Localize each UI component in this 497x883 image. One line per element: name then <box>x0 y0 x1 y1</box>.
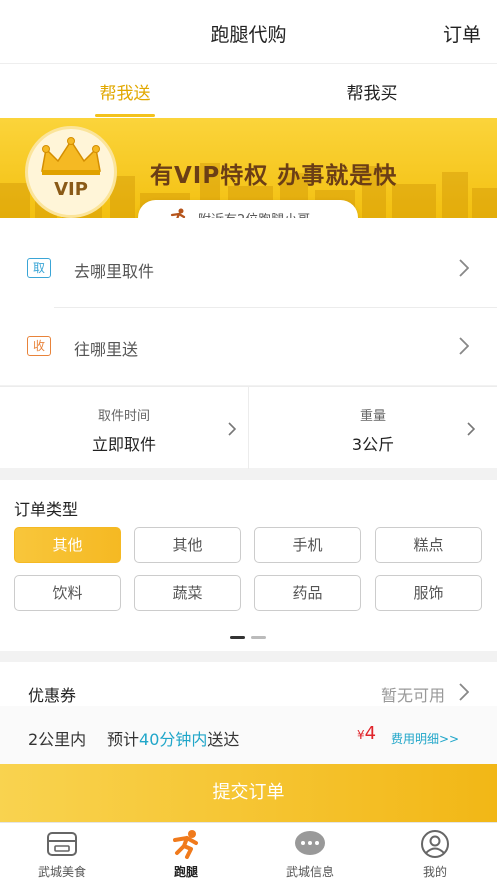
pickup-time-label: 取件时间 <box>97 409 150 424</box>
nav-item-food[interactable]: 武城美食 <box>0 823 124 883</box>
order-type-chip[interactable]: 其他 <box>14 527 121 563</box>
pickup-time-cell[interactable]: 取件时间 立即取件 <box>0 387 248 469</box>
orders-link[interactable]: 订单 <box>443 20 481 47</box>
coupon-label: 优惠券 <box>28 686 77 705</box>
chevron-right-icon <box>228 422 236 436</box>
runner-icon <box>173 830 198 859</box>
vip-badge: VIP <box>25 126 117 218</box>
tab-buy-for-me[interactable]: 帮我买 <box>292 79 452 104</box>
nav-item-errand[interactable]: 跑腿 <box>124 823 248 883</box>
pickup-info-row: 取件时间 立即取件 重量 3公斤 <box>0 386 497 469</box>
delivery-tag: 收 <box>27 336 51 356</box>
chevron-right-icon <box>459 337 469 355</box>
bottom-nav: 武城美食 跑腿 武城信息 我的 <box>0 822 497 883</box>
pickup-time-value: 立即取件 <box>91 435 156 454</box>
pickup-tag: 取 <box>27 258 51 278</box>
order-type-chip[interactable]: 药品 <box>254 575 361 611</box>
order-type-chip[interactable]: 饮料 <box>14 575 121 611</box>
order-type-chip[interactable]: 蔬菜 <box>134 575 241 611</box>
pickup-address-row[interactable]: 取 去哪里取件 <box>0 230 497 308</box>
delivery-address-row[interactable]: 收 往哪里送 <box>0 308 497 386</box>
eta-text: 预计40分钟内送达 <box>107 730 240 749</box>
page-title: 跑腿代购 <box>210 24 287 46</box>
active-tab-indicator <box>95 114 155 117</box>
nav-label: 跑腿 <box>173 865 198 879</box>
delivery-address-label: 往哪里送 <box>74 340 139 359</box>
chevron-right-icon <box>459 259 469 277</box>
vip-badge-label: VIP <box>54 179 88 200</box>
nav-label: 武城美食 <box>37 865 86 879</box>
order-type-title: 订单类型 <box>14 500 79 519</box>
order-type-card: 订单类型 其他 其他 手机 糕点 饮料 蔬菜 药品 服饰 <box>0 480 497 651</box>
submit-order-button[interactable]: 提交订单 <box>0 764 497 822</box>
crown-icon <box>41 137 101 175</box>
service-tabs: 帮我送 帮我买 <box>0 64 497 118</box>
chevron-right-icon <box>459 683 469 701</box>
nav-item-info[interactable]: 武城信息 <box>248 823 372 883</box>
tab-send-for-me[interactable]: 帮我送 <box>45 79 205 104</box>
nav-item-profile[interactable]: 我的 <box>373 823 497 883</box>
banner-slogan: 有VIP特权 办事就是快 <box>150 163 398 189</box>
nav-label: 我的 <box>422 865 447 879</box>
weight-value: 3公斤 <box>351 435 395 454</box>
chevron-right-icon <box>467 422 475 436</box>
price: ¥4 <box>357 723 377 744</box>
weight-cell[interactable]: 重量 3公斤 <box>249 387 497 469</box>
nav-label: 武城信息 <box>285 865 334 879</box>
order-type-chip[interactable]: 手机 <box>254 527 361 563</box>
fee-detail-link[interactable]: 费用明细>> <box>391 730 459 747</box>
distance-text: 2公里内 <box>28 730 87 749</box>
chat-bubble-icon <box>295 831 325 855</box>
page-indicator-active <box>230 636 245 639</box>
page-indicator <box>251 636 266 639</box>
delivery-summary: 2公里内 预计40分钟内送达 ¥4 费用明细>> <box>0 706 497 764</box>
address-card: 取 去哪里取件 收 往哪里送 <box>0 218 497 385</box>
order-type-chip[interactable]: 其他 <box>134 527 241 563</box>
coupon-value: 暂无可用 <box>380 686 445 705</box>
weight-label: 重量 <box>359 409 386 424</box>
coupon-row[interactable]: 优惠券 暂无可用 <box>0 662 497 706</box>
user-icon <box>421 830 449 858</box>
order-type-chip[interactable]: 服饰 <box>375 575 482 611</box>
order-type-chip[interactable]: 糕点 <box>375 527 482 563</box>
pickup-address-label: 去哪里取件 <box>74 262 155 281</box>
food-box-icon <box>47 832 77 856</box>
top-bar: 跑腿代购 订单 <box>0 0 497 64</box>
